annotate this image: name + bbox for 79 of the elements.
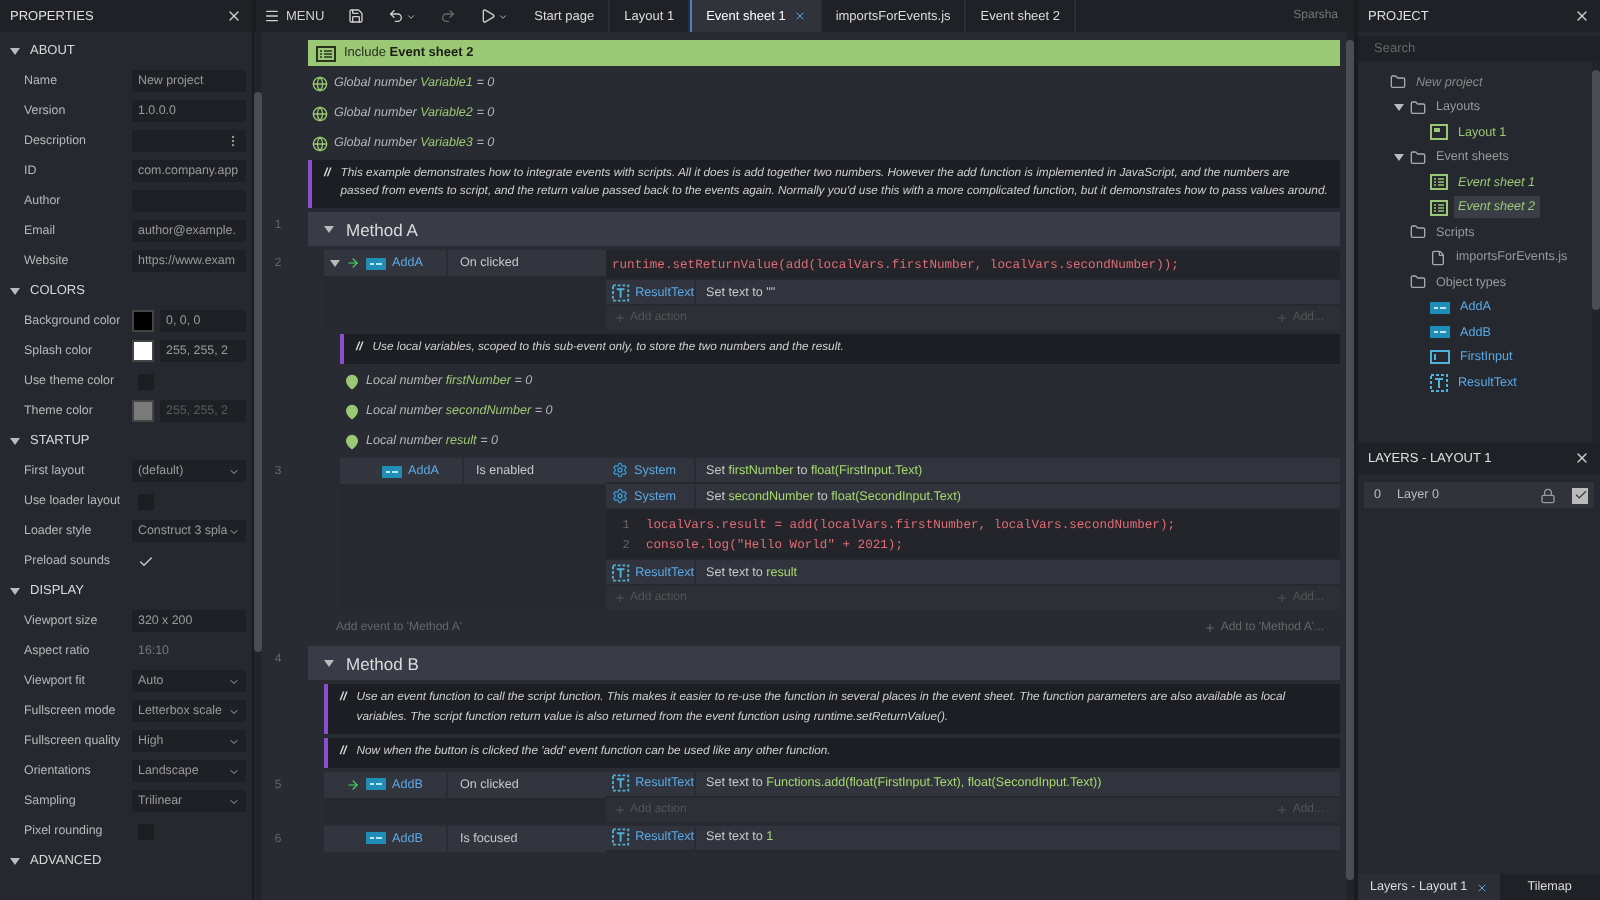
button-object-icon [366,778,386,791]
scrollbar-thumb[interactable] [1592,70,1600,310]
caret-icon [498,11,509,21]
gear-icon [612,462,628,479]
text-object-icon [612,774,630,793]
button-object-icon [366,257,386,270]
globe-icon [312,75,328,91]
chevron-down-icon [227,465,240,477]
chevron-down-icon [227,525,240,537]
pin-icon [344,373,360,390]
close-icon[interactable] [793,10,806,22]
expand-triangle-icon[interactable] [1394,102,1404,113]
list-icon [316,45,336,61]
caret-icon [406,11,417,21]
pin-icon [344,403,360,420]
close-button[interactable] [1574,8,1590,24]
button-object-icon [1430,301,1450,314]
list-icon [1430,174,1448,191]
folder-icon [1390,74,1406,91]
button-object-icon [382,465,402,478]
button-object-icon [1430,326,1450,339]
color-swatch[interactable] [132,310,154,332]
close-button[interactable] [1574,450,1590,466]
expand-triangle-icon[interactable] [1394,152,1404,163]
list-icon [1430,199,1448,216]
folder-icon [1410,99,1426,116]
plus-icon [614,312,626,325]
expand-triangle-icon[interactable] [330,258,340,269]
check-icon [1573,488,1587,502]
button-object-icon [366,832,386,845]
plus-icon [1276,312,1289,325]
globe-icon [312,105,328,121]
undo-icon [388,8,405,24]
check-icon [138,553,154,569]
visibility-checkbox[interactable] [1572,487,1588,503]
value-field[interactable] [132,130,246,152]
expand-triangle-icon[interactable] [10,46,20,56]
folder-icon [1410,224,1426,241]
text-object-icon [612,283,630,302]
text-object-icon [612,828,630,847]
expand-triangle-icon[interactable] [10,286,20,296]
plus-icon [1204,622,1217,635]
close-button[interactable] [226,8,242,24]
chevron-down-icon [227,675,240,687]
chevron-down-icon [227,705,240,717]
scrollbar-thumb[interactable] [253,92,262,652]
folder-icon [1410,149,1426,166]
menu-icon [264,8,280,24]
lock-icon[interactable] [1540,487,1556,503]
checkbox[interactable] [138,553,154,569]
play-icon [480,8,497,24]
input-object-icon [1430,350,1450,365]
plus-icon [1276,803,1289,816]
expand-triangle-icon[interactable] [324,224,334,235]
file-icon [1430,249,1446,266]
globe-icon [312,135,328,151]
color-swatch[interactable] [132,340,154,362]
expand-triangle-icon[interactable] [324,658,334,669]
plus-icon [614,803,626,816]
plus-icon [1276,592,1289,605]
gear-icon [612,488,628,505]
close-icon[interactable] [1475,881,1488,893]
pin-icon [344,433,360,450]
redo-icon [440,8,457,24]
chevron-down-icon [227,795,240,807]
layout-icon [1430,124,1448,141]
text-object-icon [1430,373,1448,392]
folder-icon [1410,274,1426,291]
text-object-icon [612,563,630,582]
expand-triangle-icon[interactable] [10,856,20,866]
plus-icon [614,592,626,605]
scrollbar-thumb[interactable] [1346,40,1354,880]
expand-triangle-icon[interactable] [10,586,20,596]
expand-triangle-icon[interactable] [10,436,20,446]
group-header[interactable]: Method B [308,646,1340,681]
save-icon [348,8,365,24]
chevron-down-icon [227,765,240,777]
chevron-down-icon [227,735,240,747]
group-header[interactable]: Method A [308,212,1340,247]
